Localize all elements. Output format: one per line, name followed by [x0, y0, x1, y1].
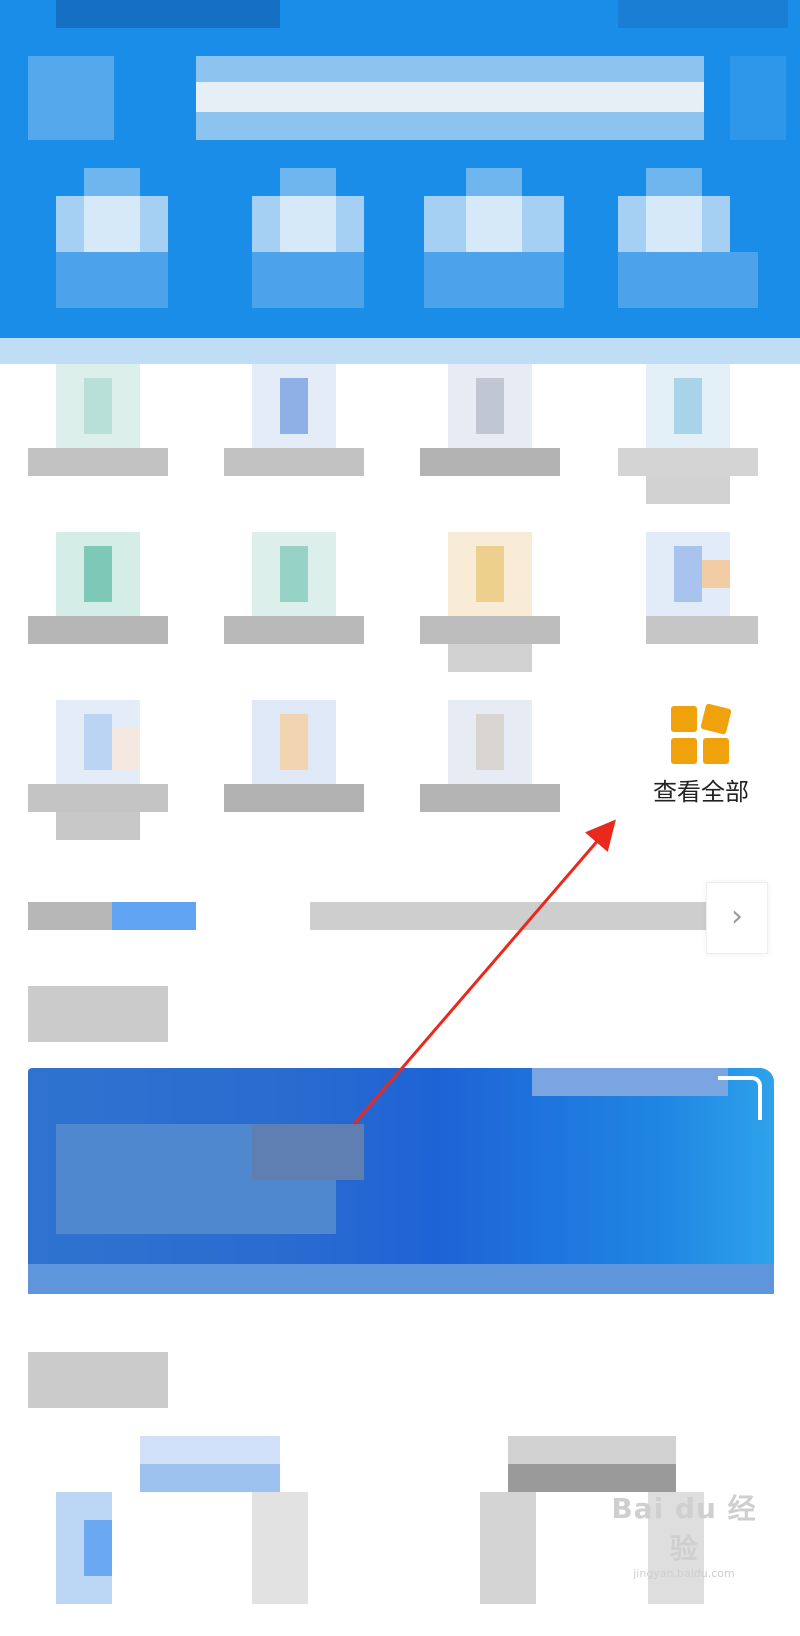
service-item[interactable] — [618, 364, 758, 504]
notice-tag-highlight — [112, 902, 196, 930]
service-icon-detail — [84, 378, 112, 434]
promo-banner[interactable] — [28, 1068, 774, 1294]
service-label — [224, 784, 364, 812]
quick-entry-label — [618, 252, 758, 308]
service-icon-detail — [674, 378, 702, 434]
banner-footer — [28, 1264, 774, 1294]
service-label — [28, 448, 168, 476]
user-avatar[interactable] — [28, 56, 114, 140]
service-label — [420, 448, 560, 476]
quick-entry-icon-core — [646, 196, 702, 252]
service-icon-detail — [280, 378, 308, 434]
service-icon — [252, 364, 336, 448]
service-label — [224, 616, 364, 644]
service-label — [28, 616, 168, 644]
service-icon — [56, 364, 140, 448]
service-label — [224, 448, 364, 476]
service-item[interactable] — [420, 700, 560, 840]
service-icon — [448, 532, 532, 616]
service-label-line2 — [448, 644, 532, 672]
app-header — [0, 0, 800, 338]
service-item[interactable] — [224, 700, 364, 840]
service-item[interactable] — [420, 364, 560, 504]
service-icon — [646, 532, 730, 616]
quick-entry-icon — [646, 168, 702, 196]
service-label — [28, 784, 168, 812]
grid-apps-icon — [671, 703, 732, 766]
service-item[interactable] — [618, 532, 758, 672]
notice-text — [310, 902, 710, 930]
service-icon-detail — [674, 546, 702, 602]
feature-entry-side — [252, 1492, 308, 1604]
service-icon-detail — [280, 546, 308, 602]
service-item[interactable] — [28, 700, 168, 840]
feature-entry-icon — [480, 1492, 536, 1604]
service-label-line2 — [56, 812, 140, 840]
view-all-button[interactable]: 查看全部 — [626, 703, 776, 816]
service-icon-accent — [112, 728, 140, 770]
service-icon — [646, 364, 730, 448]
service-icon-accent — [702, 560, 730, 588]
service-label — [618, 448, 758, 476]
service-icon-detail — [476, 378, 504, 434]
baidu-jingyan-watermark: Bai du 经验 jingyan.baidu.com — [604, 1487, 764, 1580]
service-item[interactable] — [224, 364, 364, 504]
feature-entry[interactable] — [56, 1436, 308, 1636]
service-item[interactable] — [28, 532, 168, 672]
feature-entry-icon-core — [84, 1520, 112, 1576]
quick-entry-3[interactable] — [424, 168, 564, 308]
quick-entry-icon-core — [280, 196, 336, 252]
service-icon-detail — [476, 546, 504, 602]
service-icon-detail — [280, 714, 308, 770]
service-label — [420, 784, 560, 812]
header-divider — [0, 338, 800, 364]
watermark-brand: Bai du 经验 — [611, 1492, 757, 1565]
quick-entry-1[interactable] — [56, 168, 168, 308]
service-item[interactable] — [420, 532, 560, 672]
status-bar — [56, 0, 280, 28]
service-item[interactable] — [224, 532, 364, 672]
service-icon — [56, 700, 140, 784]
header-action-button[interactable] — [730, 56, 786, 140]
quick-entry-2[interactable] — [252, 168, 364, 308]
service-item[interactable] — [28, 364, 168, 504]
service-label — [646, 616, 758, 644]
notice-bar[interactable]: › — [28, 874, 768, 958]
feature-entry-header-bar — [140, 1464, 280, 1492]
status-bar-right — [618, 0, 788, 28]
quick-entry-icon — [280, 168, 336, 196]
quick-entry-icon-core — [84, 196, 140, 252]
section-title — [28, 1352, 168, 1408]
quick-entry-label — [424, 252, 564, 308]
feature-entry-header — [508, 1436, 676, 1464]
banner-highlight — [252, 1124, 364, 1180]
quick-entry-4[interactable] — [618, 168, 758, 308]
quick-entry-icon — [84, 168, 140, 196]
search-input[interactable] — [196, 82, 704, 112]
service-icon — [448, 364, 532, 448]
quick-entry-label — [56, 252, 168, 308]
service-icon-detail — [84, 546, 112, 602]
chevron-right-icon[interactable]: › — [706, 882, 768, 954]
service-label — [420, 616, 560, 644]
service-icon-detail — [84, 714, 112, 770]
service-icon — [56, 532, 140, 616]
service-icon — [448, 700, 532, 784]
feature-entry-header — [140, 1436, 280, 1464]
section-title — [28, 986, 168, 1042]
service-icon — [252, 532, 336, 616]
service-icon-detail — [476, 714, 504, 770]
quick-entry-icon-core — [466, 196, 522, 252]
banner-accent — [532, 1068, 728, 1096]
watermark-url: jingyan.baidu.com — [633, 1567, 735, 1580]
service-label-line2 — [646, 476, 730, 504]
quick-entry-icon — [466, 168, 522, 196]
view-all-label: 查看全部 — [653, 778, 749, 806]
banner-corner-icon — [718, 1076, 762, 1120]
search-bar[interactable] — [196, 56, 704, 140]
service-icon — [252, 700, 336, 784]
quick-entry-label — [252, 252, 364, 308]
